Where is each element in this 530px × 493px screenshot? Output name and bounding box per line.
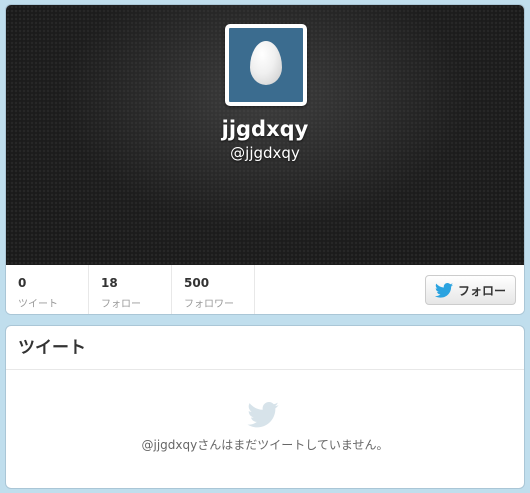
stat-tweets-value: 0: [18, 276, 27, 290]
follow-button-label: フォロー: [457, 283, 506, 298]
avatar[interactable]: [225, 24, 307, 106]
stat-followers-label: フォロワー: [184, 299, 234, 310]
follow-button[interactable]: フォロー: [425, 275, 516, 305]
stat-following[interactable]: 18 フォロー: [89, 265, 172, 314]
profile-stats: 0 ツイート 18 フォロー 500 フォロワー フォロー: [6, 265, 524, 314]
twitter-bird-icon: [247, 402, 279, 432]
profile-name: jjgdxqy: [221, 117, 309, 141]
stat-tweets-label: ツイート: [18, 299, 58, 310]
tweets-card: ツイート @jjgdxqyさんはまだツイートしていません。: [5, 325, 525, 489]
egg-icon: [250, 41, 282, 85]
tweets-title: ツイート: [6, 326, 524, 370]
twitter-bird-icon: [434, 282, 453, 298]
stat-following-label: フォロー: [101, 299, 141, 310]
stat-followers[interactable]: 500 フォロワー: [172, 265, 255, 314]
stat-following-value: 18: [101, 276, 118, 290]
stat-tweets[interactable]: 0 ツイート: [6, 265, 89, 314]
profile-header: jjgdxqy @jjgdxqy: [6, 5, 524, 265]
stat-followers-value: 500: [184, 276, 210, 290]
empty-tweets-message: @jjgdxqyさんはまだツイートしていません。: [141, 438, 389, 452]
profile-screen-name: @jjgdxqy: [230, 144, 300, 162]
profile-card: jjgdxqy @jjgdxqy 0 ツイート 18 フォロー 500 フォロワ…: [5, 4, 525, 315]
